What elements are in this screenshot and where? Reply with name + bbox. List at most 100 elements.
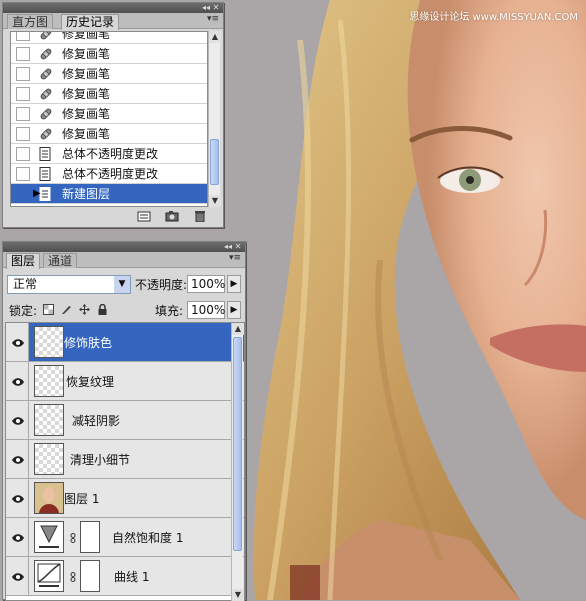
layer-row[interactable]: 曲线 1 — [6, 557, 244, 596]
tab-histogram[interactable]: 直方图 — [7, 14, 54, 29]
layer-row[interactable]: 清理小细节 — [6, 440, 244, 479]
panel-menu-icon[interactable]: ▾≡ — [229, 253, 241, 263]
history-source-checkbox[interactable] — [16, 166, 30, 181]
history-panel: ◂◂ ✕ 直方图 历史记录 ▾≡ 修复画笔 修复画笔 修复画笔 修复画笔 修复画笔 修复画笔… — [2, 2, 224, 228]
lock-label: 锁定: — [9, 304, 38, 318]
layer-name[interactable]: 自然饱和度 1 — [112, 529, 183, 546]
layer-row[interactable]: 减轻阴影 — [6, 401, 244, 440]
blend-mode-select[interactable]: 正常 ▼ — [7, 275, 131, 294]
layer-row[interactable]: 自然饱和度 1 — [6, 518, 244, 557]
history-source-checkbox[interactable] — [16, 186, 30, 201]
eye-icon[interactable] — [11, 571, 25, 581]
history-source-checkbox[interactable] — [16, 66, 30, 81]
layer-name[interactable]: 曲线 1 — [114, 568, 149, 585]
history-source-checkbox[interactable] — [16, 126, 30, 141]
layer-row[interactable]: 图层 1 — [6, 479, 244, 518]
lock-all-icon[interactable] — [97, 304, 108, 315]
eye-icon[interactable] — [11, 532, 25, 542]
history-state-label: 总体不透明度更改 — [62, 147, 159, 161]
layer-thumbnail — [34, 365, 64, 397]
fill-slider-arrow-icon[interactable]: ▶ — [227, 301, 241, 319]
eye-icon[interactable] — [11, 376, 25, 386]
history-source-checkbox[interactable] — [16, 32, 30, 41]
vibrance-adjustment-icon — [34, 521, 64, 553]
healing-brush-icon — [38, 46, 54, 62]
new-snapshot-icon[interactable] — [165, 210, 179, 222]
scroll-thumb[interactable] — [210, 139, 219, 185]
history-state[interactable]: 修复画笔 — [11, 124, 207, 144]
layer-row[interactable]: 修饰肤色 — [6, 323, 244, 362]
history-list: 修复画笔 修复画笔 修复画笔 修复画笔 修复画笔 修复画笔 总体不透明度更改 总体不透明度更改… — [10, 31, 208, 207]
history-state-icon — [38, 166, 54, 182]
history-state[interactable]: 修复画笔 — [11, 32, 207, 44]
opacity-input[interactable]: 100% — [187, 275, 225, 293]
tab-history[interactable]: 历史记录 — [61, 14, 120, 30]
history-source-checkbox[interactable] — [16, 146, 30, 161]
healing-brush-icon — [38, 126, 54, 142]
layer-row[interactable]: 恢复纹理 — [6, 362, 244, 401]
history-state[interactable]: 修复画笔 — [11, 64, 207, 84]
layer-thumbnail — [34, 326, 64, 358]
history-source-checkbox[interactable] — [16, 46, 30, 61]
opacity-slider-arrow-icon[interactable]: ▶ — [227, 275, 241, 293]
layer-name[interactable]: 减轻阴影 — [72, 412, 120, 429]
close-icon[interactable]: ✕ — [211, 3, 221, 13]
layer-name[interactable]: 修饰肤色 — [64, 334, 112, 351]
eye-icon[interactable] — [11, 415, 25, 425]
fill-input[interactable]: 100% — [187, 301, 225, 319]
history-state-label: 新建图层 — [62, 187, 111, 201]
history-state[interactable]: 新建图层 ▶ — [11, 184, 207, 204]
scroll-down-icon[interactable]: ▼ — [209, 195, 221, 207]
history-state[interactable]: 修复画笔 — [11, 44, 207, 64]
layer-thumbnail — [34, 443, 64, 475]
history-state-label: 总体不透明度更改 — [62, 167, 159, 181]
lock-position-icon[interactable] — [79, 304, 90, 315]
eye-icon[interactable] — [11, 337, 25, 347]
chain-link-icon[interactable] — [70, 532, 76, 543]
blend-options-row: 正常 ▼ 不透明度: 100% ▶ — [5, 273, 243, 295]
panel-titlebar: ◂◂ ✕ — [3, 242, 245, 252]
history-state[interactable]: 总体不透明度更改 — [11, 144, 207, 164]
history-state[interactable]: 修复画笔 — [11, 84, 207, 104]
collapse-icon[interactable]: ◂◂ — [201, 3, 211, 13]
layer-mask-thumbnail[interactable] — [80, 560, 100, 592]
history-state-label: 修复画笔 — [62, 67, 111, 81]
history-source-checkbox[interactable] — [16, 86, 30, 101]
history-tabrow: 直方图 历史记录 ▾≡ — [3, 13, 223, 30]
lock-image-icon[interactable] — [61, 304, 72, 315]
history-state-label: 修复画笔 — [62, 47, 111, 61]
chain-link-icon[interactable] — [70, 571, 76, 582]
panel-titlebar: ◂◂ ✕ — [3, 3, 223, 13]
layer-name[interactable]: 恢复纹理 — [66, 373, 114, 390]
new-document-from-state-icon[interactable] — [137, 210, 151, 222]
tab-layers[interactable]: 图层 — [6, 253, 41, 269]
panel-menu-icon[interactable]: ▾≡ — [207, 14, 219, 24]
layer-name[interactable]: 清理小细节 — [70, 451, 130, 468]
layer-thumbnail — [34, 404, 64, 436]
close-icon[interactable]: ✕ — [233, 242, 243, 252]
layers-panel: ◂◂ ✕ 图层 通道 ▾≡ 正常 ▼ 不透明度: 100% ▶ 锁定: 填充: 1… — [2, 241, 246, 601]
layer-name[interactable]: 图层 1 — [64, 490, 99, 507]
scroll-down-icon[interactable]: ▼ — [232, 589, 244, 601]
history-state[interactable]: 总体不透明度更改 — [11, 164, 207, 184]
eye-icon[interactable] — [11, 454, 25, 464]
history-footer — [3, 210, 223, 224]
layer-mask-thumbnail[interactable] — [80, 521, 100, 553]
layers-scrollbar[interactable]: ▲ ▼ — [231, 323, 244, 601]
history-state[interactable]: 修复画笔 — [11, 104, 207, 124]
delete-state-icon[interactable] — [193, 210, 207, 223]
scroll-up-icon[interactable]: ▲ — [232, 323, 244, 335]
layers-tabrow: 图层 通道 ▾≡ — [3, 252, 245, 269]
tab-channels[interactable]: 通道 — [43, 253, 78, 268]
eye-icon[interactable] — [11, 493, 25, 503]
collapse-icon[interactable]: ◂◂ — [223, 242, 233, 252]
history-source-checkbox[interactable] — [16, 106, 30, 121]
healing-brush-icon — [38, 66, 54, 82]
healing-brush-icon — [38, 106, 54, 122]
scroll-thumb[interactable] — [233, 337, 242, 551]
layer-thumbnail — [34, 482, 64, 514]
scroll-up-icon[interactable]: ▲ — [209, 31, 221, 43]
chevron-down-icon[interactable]: ▼ — [114, 276, 130, 293]
history-scrollbar[interactable]: ▲ ▼ — [208, 31, 221, 207]
lock-transparency-icon[interactable] — [43, 304, 54, 315]
